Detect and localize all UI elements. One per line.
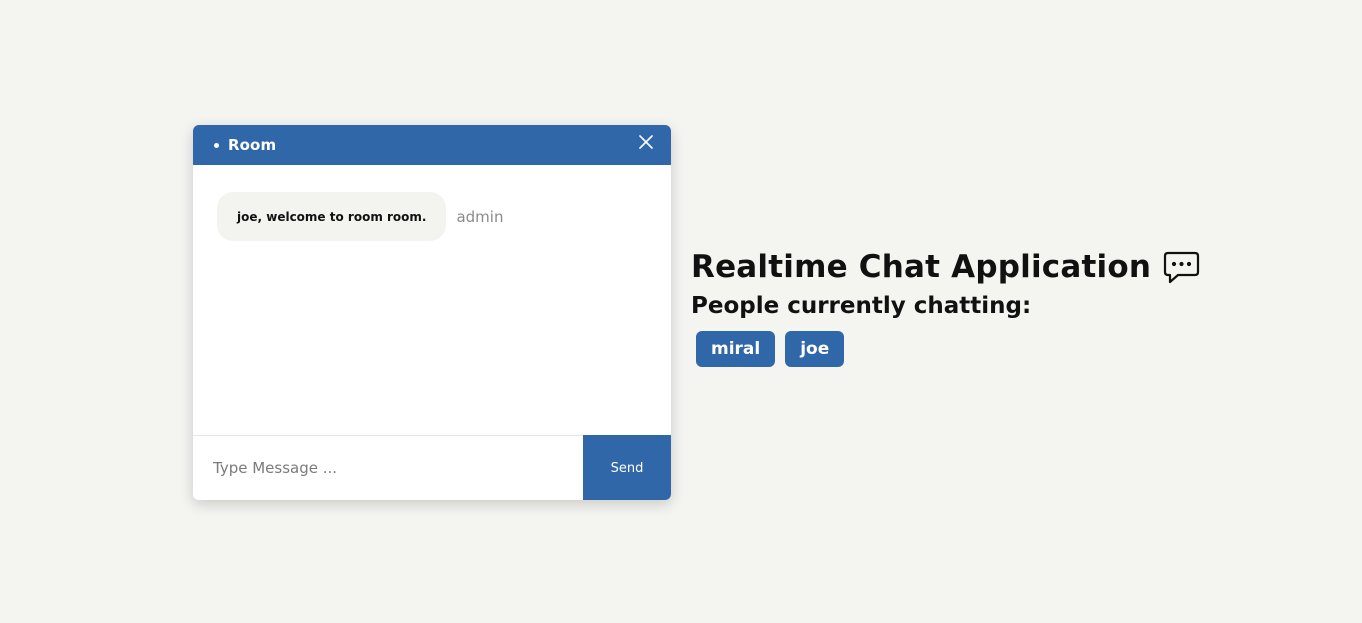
close-button[interactable] xyxy=(639,135,653,149)
chat-window: Room joe, welcome to room room. admin Se… xyxy=(193,125,671,500)
online-dot-icon xyxy=(214,142,219,148)
room-name: Room xyxy=(228,136,277,154)
app-title-row: Realtime Chat Application xyxy=(691,248,1200,286)
message-list: joe, welcome to room room. admin xyxy=(193,165,671,435)
chat-bubble-icon xyxy=(1163,251,1200,283)
user-pill: miral xyxy=(696,331,776,367)
message-bubble: joe, welcome to room room. xyxy=(217,192,447,241)
user-list: miral joe xyxy=(691,331,1200,367)
message-sender: admin xyxy=(456,207,504,226)
info-panel: Realtime Chat Application People current… xyxy=(691,248,1200,367)
people-heading: People currently chatting: xyxy=(691,293,1032,319)
message-row: joe, welcome to room room. admin xyxy=(217,192,647,241)
user-pill: joe xyxy=(785,331,845,367)
chat-header: Room xyxy=(193,125,671,165)
message-input[interactable] xyxy=(193,436,583,500)
send-button[interactable]: Send xyxy=(583,435,671,500)
chat-input-bar: Send xyxy=(193,435,671,500)
app-title: Realtime Chat Application xyxy=(691,249,1152,285)
close-icon xyxy=(639,135,653,149)
